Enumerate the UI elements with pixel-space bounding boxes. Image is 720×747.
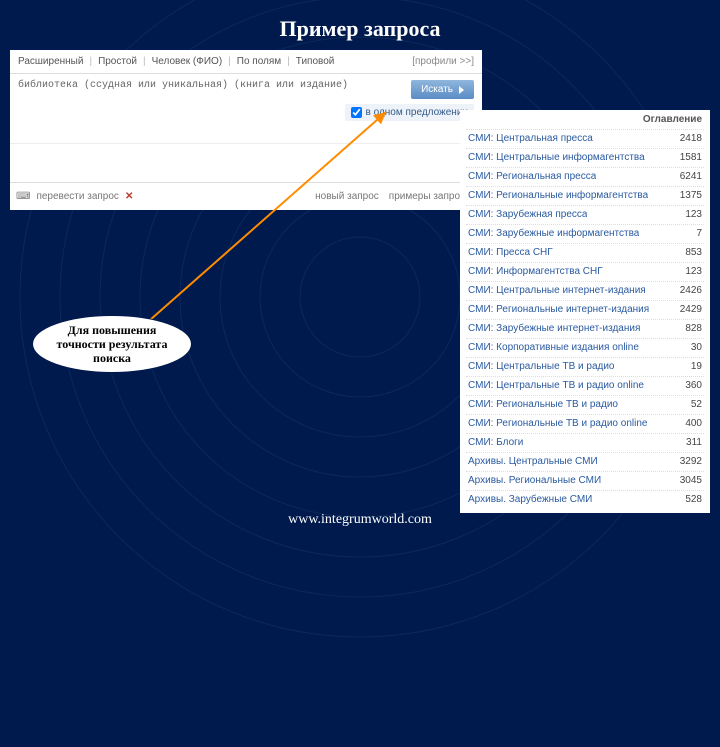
- category-count: 6241: [680, 170, 702, 184]
- category-row[interactable]: СМИ: Региональная пресса 6241: [466, 167, 704, 186]
- category-row[interactable]: СМИ: Центральные ТВ и радио 19: [466, 357, 704, 376]
- category-label: СМИ: Центральные ТВ и радио online: [468, 379, 644, 393]
- one-sentence-checkbox[interactable]: [351, 107, 362, 118]
- category-label: Архивы. Зарубежные СМИ: [468, 493, 592, 507]
- tab-typical[interactable]: Типовой: [296, 56, 335, 67]
- category-count: 123: [685, 265, 702, 279]
- category-label: СМИ: Центральные интернет-издания: [468, 284, 646, 298]
- tab-simple[interactable]: Простой: [98, 56, 137, 67]
- category-label: Архивы. Центральные СМИ: [468, 455, 598, 469]
- category-count: 52: [691, 398, 702, 412]
- category-label: СМИ: Зарубежные информагентства: [468, 227, 639, 241]
- category-row[interactable]: СМИ: Центральные ТВ и радио online 360: [466, 376, 704, 395]
- category-label: СМИ: Корпоративные издания online: [468, 341, 639, 355]
- search-button[interactable]: Искать: [411, 80, 474, 99]
- category-count: 528: [685, 493, 702, 507]
- category-count: 30: [691, 341, 702, 355]
- category-count: 853: [685, 246, 702, 260]
- page-title: Пример запроса: [0, 16, 720, 42]
- category-count: 123: [685, 208, 702, 222]
- category-row[interactable]: Архивы. Региональные СМИ 3045: [466, 471, 704, 490]
- category-row[interactable]: СМИ: Региональные ТВ и радио 52: [466, 395, 704, 414]
- search-footer: ⌨ перевести запрос ✕ новый запрос пример…: [10, 182, 482, 210]
- callout-bubble: Для повышения точности результата поиска: [32, 315, 192, 373]
- category-row[interactable]: СМИ: Региональные интернет-издания 2429: [466, 300, 704, 319]
- category-label: СМИ: Региональные интернет-издания: [468, 303, 649, 317]
- category-label: Архивы. Региональные СМИ: [468, 474, 601, 488]
- category-list: Оглавление СМИ: Центральная пресса2418СМ…: [460, 110, 710, 513]
- category-label: СМИ: Информагентства СНГ: [468, 265, 603, 279]
- category-row[interactable]: СМИ: Зарубежные интернет-издания 828: [466, 319, 704, 338]
- category-count: 1581: [680, 151, 702, 165]
- clear-query-icon[interactable]: ✕: [125, 191, 133, 202]
- category-row[interactable]: СМИ: Пресса СНГ 853: [466, 243, 704, 262]
- footer-url: www.integrumworld.com: [0, 512, 720, 528]
- category-count: 3045: [680, 474, 702, 488]
- category-row[interactable]: СМИ: Центральные информагентства 1581: [466, 148, 704, 167]
- category-row[interactable]: СМИ: Региональные ТВ и радио online 400: [466, 414, 704, 433]
- category-label: СМИ: Центральная пресса: [468, 132, 593, 146]
- category-count: 360: [685, 379, 702, 393]
- tab-fields[interactable]: По полям: [237, 56, 281, 67]
- search-button-label: Искать: [421, 84, 453, 95]
- category-label: СМИ: Пресса СНГ: [468, 246, 553, 260]
- translate-query[interactable]: перевести запрос: [36, 191, 119, 202]
- category-count: 1375: [680, 189, 702, 203]
- category-list-header: Оглавление: [466, 110, 704, 129]
- category-row[interactable]: СМИ: Блоги 311: [466, 433, 704, 452]
- category-count: 7: [696, 227, 702, 241]
- category-label: СМИ: Региональные ТВ и радио: [468, 398, 618, 412]
- category-row[interactable]: СМИ: Корпоративные издания online 30: [466, 338, 704, 357]
- category-count: 2418: [680, 132, 702, 146]
- category-label: СМИ: Региональная пресса: [468, 170, 596, 184]
- category-label: СМИ: Центральные ТВ и радио: [468, 360, 615, 374]
- category-count: 3292: [680, 455, 702, 469]
- category-label: СМИ: Зарубежная пресса: [468, 208, 587, 222]
- tab-fio[interactable]: Человек (ФИО): [152, 56, 223, 67]
- query-area: библиотека (ссудная или уникальная) (кни…: [10, 74, 482, 144]
- category-row[interactable]: СМИ: Центральная пресса 2418: [466, 129, 704, 148]
- category-count: 828: [685, 322, 702, 336]
- category-count: 19: [691, 360, 702, 374]
- category-row[interactable]: СМИ: Зарубежная пресса 123: [466, 205, 704, 224]
- tab-profiles[interactable]: [профили >>]: [412, 56, 474, 67]
- keyboard-icon[interactable]: ⌨: [16, 191, 30, 202]
- category-count: 400: [685, 417, 702, 431]
- category-label: СМИ: Региональные ТВ и радио online: [468, 417, 647, 431]
- category-row[interactable]: СМИ: Информагентства СНГ 123: [466, 262, 704, 281]
- category-row[interactable]: Архивы. Центральные СМИ 3292: [466, 452, 704, 471]
- category-label: СМИ: Блоги: [468, 436, 523, 450]
- category-label: СМИ: Региональные информагентства: [468, 189, 648, 203]
- one-sentence-option[interactable]: в одном предложении: [345, 104, 475, 121]
- category-label: СМИ: Центральные информагентства: [468, 151, 645, 165]
- category-row[interactable]: СМИ: Зарубежные информагентства 7: [466, 224, 704, 243]
- query-text[interactable]: библиотека (ссудная или уникальная) (кни…: [18, 80, 474, 91]
- tab-expanded[interactable]: Расширенный: [18, 56, 83, 67]
- one-sentence-label: в одном предложении: [366, 107, 469, 118]
- search-tabs: Расширенный| Простой| Человек (ФИО)| По …: [10, 50, 482, 74]
- new-query[interactable]: новый запрос: [315, 191, 379, 202]
- category-count: 311: [686, 436, 702, 450]
- category-label: СМИ: Зарубежные интернет-издания: [468, 322, 640, 336]
- category-count: 2426: [680, 284, 702, 298]
- category-row[interactable]: Архивы. Зарубежные СМИ 528: [466, 490, 704, 509]
- search-panel: Расширенный| Простой| Человек (ФИО)| По …: [10, 50, 482, 210]
- category-count: 2429: [680, 303, 702, 317]
- category-row[interactable]: СМИ: Центральные интернет-издания 2426: [466, 281, 704, 300]
- category-row[interactable]: СМИ: Региональные информагентства 1375: [466, 186, 704, 205]
